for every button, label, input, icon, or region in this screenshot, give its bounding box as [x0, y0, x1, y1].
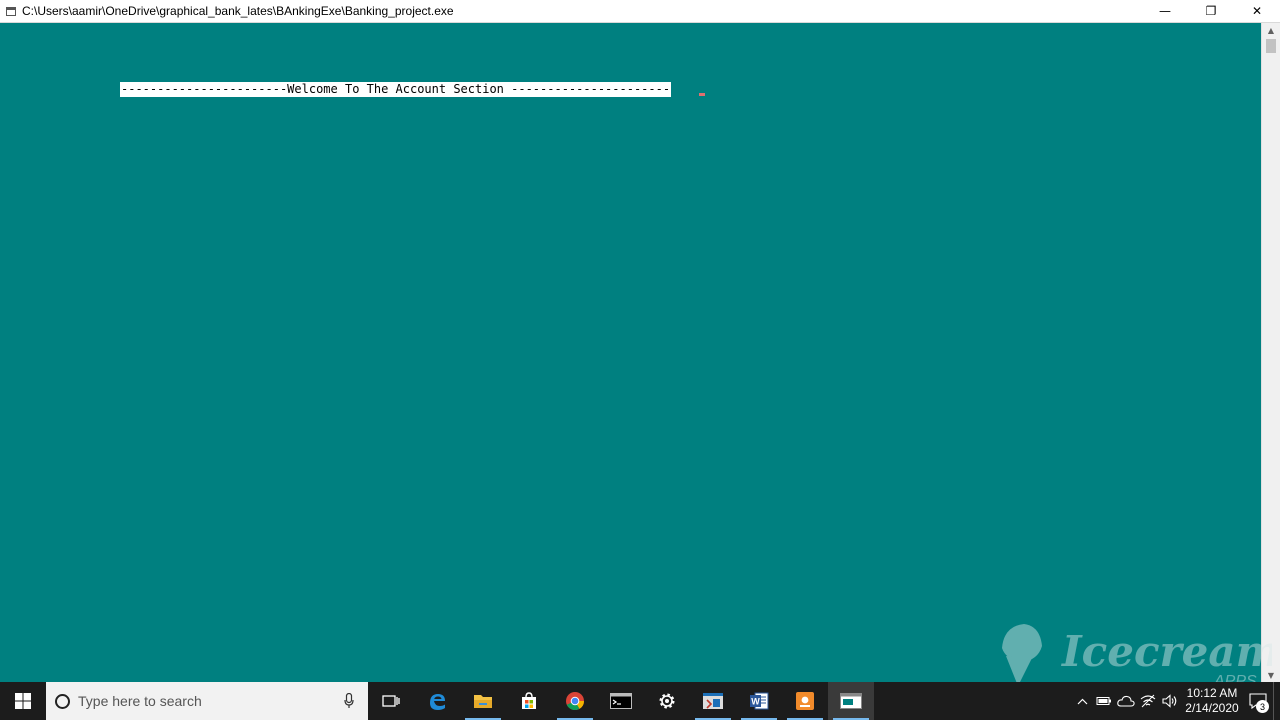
settings-button[interactable] — [644, 682, 690, 720]
text-cursor — [699, 93, 705, 96]
restore-button[interactable]: ❐ — [1188, 0, 1234, 22]
console-output-area[interactable]: -----------------------Welcome To The Ac… — [0, 23, 1261, 682]
start-button[interactable] — [0, 682, 46, 720]
settings-icon — [659, 693, 675, 709]
word-icon: W — [750, 692, 769, 710]
window-controls: — ❐ ✕ — [1142, 0, 1280, 22]
chrome-icon — [566, 692, 584, 711]
code-editor-button[interactable] — [690, 682, 736, 720]
windows-logo-icon — [15, 693, 31, 709]
store-icon — [522, 692, 536, 709]
recorder-button[interactable] — [782, 682, 828, 720]
edge-icon — [430, 694, 445, 710]
onedrive-icon[interactable] — [1115, 682, 1137, 720]
console-app-button[interactable] — [828, 682, 874, 720]
taskbar-search-box[interactable]: Type here to search — [46, 682, 368, 720]
chrome-button[interactable] — [552, 682, 598, 720]
minimize-button[interactable]: — — [1142, 0, 1188, 22]
clock-date: 2/14/2020 — [1185, 701, 1239, 715]
cortana-icon — [55, 693, 70, 709]
word-button[interactable]: W — [736, 682, 782, 720]
file-explorer-icon — [474, 695, 492, 708]
wifi-icon[interactable] — [1137, 682, 1159, 720]
window-titlebar[interactable]: C:\Users\aamir\OneDrive\graphical_bank_l… — [0, 0, 1280, 23]
terminal-button[interactable] — [598, 682, 644, 720]
search-placeholder: Type here to search — [78, 693, 202, 709]
taskbar: Type here to search W 10:12 AM 2/14/2020… — [0, 682, 1280, 720]
task-view-button[interactable] — [368, 682, 414, 720]
taskbar-clock[interactable]: 10:12 AM 2/14/2020 — [1181, 682, 1243, 720]
file-explorer-button[interactable] — [460, 682, 506, 720]
scroll-down-icon[interactable]: ▼ — [1262, 668, 1280, 682]
notification-count-badge: 3 — [1256, 700, 1269, 713]
system-tray: 10:12 AM 2/14/2020 3 — [1071, 682, 1280, 720]
recorder-icon — [796, 692, 814, 710]
edge-button[interactable] — [414, 682, 460, 720]
chevron-up-icon[interactable] — [1071, 682, 1093, 720]
action-center-button[interactable]: 3 — [1243, 682, 1273, 720]
svg-text:W: W — [751, 697, 760, 707]
show-desktop-button[interactable] — [1273, 682, 1280, 720]
window-title: C:\Users\aamir\OneDrive\graphical_bank_l… — [22, 4, 454, 18]
terminal-icon — [610, 693, 632, 709]
console-app-icon — [6, 6, 16, 16]
close-button[interactable]: ✕ — [1234, 0, 1280, 22]
console-app-icon — [840, 693, 862, 709]
microphone-icon[interactable] — [344, 693, 354, 709]
scroll-thumb[interactable] — [1266, 39, 1276, 53]
battery-icon[interactable] — [1093, 682, 1115, 720]
code-editor-icon — [703, 693, 723, 709]
task-view-icon — [382, 695, 400, 707]
clock-time: 10:12 AM — [1186, 686, 1238, 700]
store-button[interactable] — [506, 682, 552, 720]
scroll-up-icon[interactable]: ▲ — [1262, 23, 1280, 37]
vertical-scrollbar[interactable]: ▲ ▼ — [1261, 23, 1280, 682]
welcome-banner: -----------------------Welcome To The Ac… — [120, 82, 672, 97]
volume-icon[interactable] — [1159, 682, 1181, 720]
